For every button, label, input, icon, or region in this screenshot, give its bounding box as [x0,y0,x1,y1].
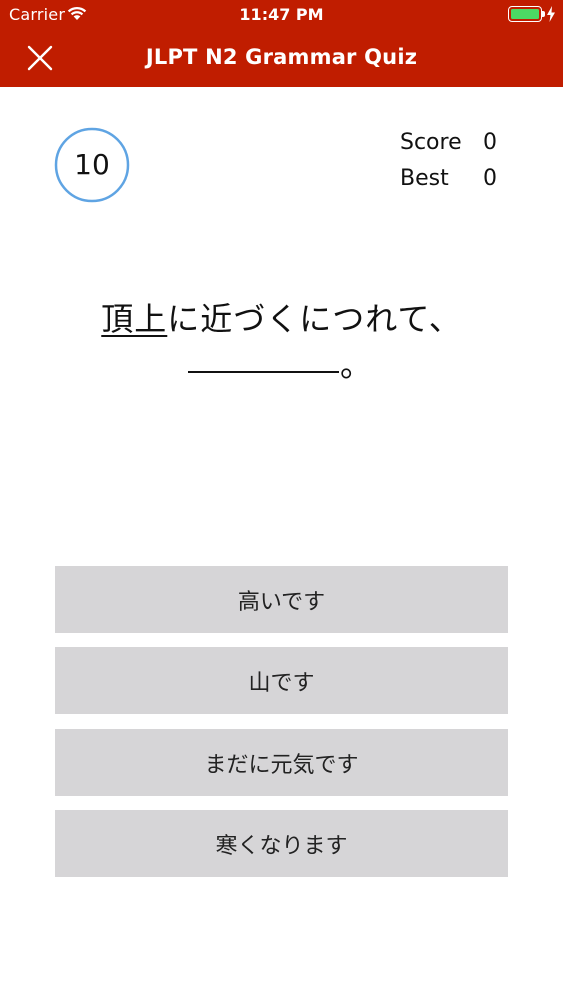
answer-label: 寒くなります [215,833,348,859]
question-underlined-word: 頂上 [101,300,168,338]
score-value: 0 [483,130,497,155]
battery-icon [508,6,542,22]
answer-button-1[interactable]: 高いです [55,566,508,633]
question-text: 頂上に近づくにつれて、 [0,294,563,340]
question-end: 。 [340,346,373,384]
status-time: 11:47 PM [239,5,324,24]
best-value: 0 [483,166,497,191]
question-rest: に近づくにつれて、 [167,300,462,338]
answer-button-2[interactable]: 山です [55,647,508,714]
score-label: Score [400,130,462,155]
status-bar: Carrier 11:47 PM [0,0,563,28]
battery-tip [542,11,545,17]
header-bar: Carrier 11:47 PM JLPT N2 Grammar Quiz [0,0,563,87]
answer-button-3[interactable]: まだに元気です [55,729,508,796]
answer-label: 山です [248,670,315,696]
answer-label: まだに元気です [204,752,359,778]
answer-label: 高いです [237,589,326,615]
question-blank [188,371,339,373]
charging-bolt-icon [547,6,555,22]
best-label: Best [400,166,449,191]
answer-button-4[interactable]: 寒くなります [55,810,508,877]
countdown-timer-value: 10 [74,148,110,181]
battery-fill [511,9,539,19]
page-title: JLPT N2 Grammar Quiz [145,45,418,69]
